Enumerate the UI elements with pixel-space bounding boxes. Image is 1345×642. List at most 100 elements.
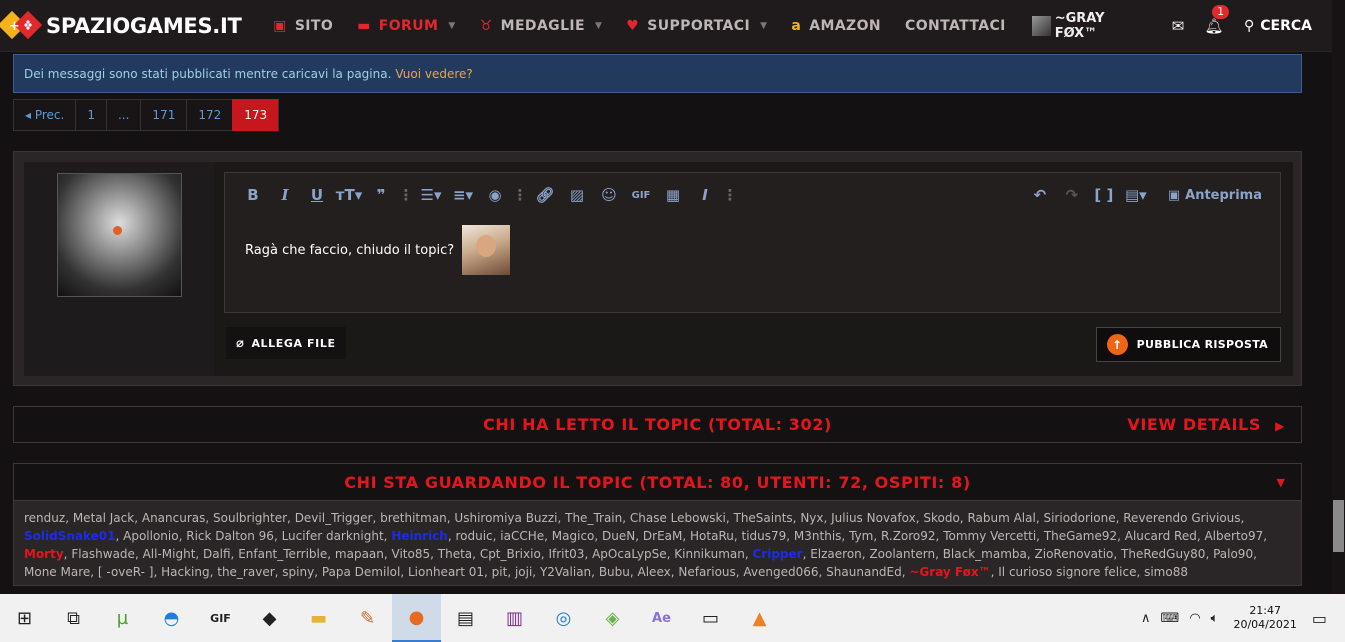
- watcher-user[interactable]: Kinnikuman: [674, 547, 745, 561]
- watcher-user[interactable]: Tym: [849, 529, 873, 543]
- watcher-user[interactable]: Apollonio: [123, 529, 178, 543]
- watcher-user[interactable]: Magico: [552, 529, 595, 543]
- chevron-up-icon[interactable]: ∧: [1141, 611, 1151, 626]
- watcher-user[interactable]: Heinrich: [391, 529, 448, 543]
- watcher-user[interactable]: TheGame92: [1044, 529, 1117, 543]
- watcher-user[interactable]: ~Gray Føx™: [909, 565, 990, 579]
- watcher-user[interactable]: Zoolantern: [869, 547, 935, 561]
- vlc-icon[interactable]: ▲: [735, 594, 784, 642]
- bold-icon[interactable]: B: [237, 186, 269, 204]
- bluestacks-icon[interactable]: ◈: [588, 594, 637, 642]
- notice-link[interactable]: Vuoi vedere?: [395, 67, 472, 81]
- nav-forum[interactable]: ▬ FORUM ▼: [345, 0, 468, 52]
- text-size-icon[interactable]: ᴛT▾: [333, 186, 365, 204]
- nav-contattaci[interactable]: CONTATTACI: [893, 0, 1018, 52]
- nav-sito[interactable]: ▣ SITO: [261, 0, 345, 52]
- instagram-icon[interactable]: ◎: [539, 594, 588, 642]
- watcher-user[interactable]: R.Zoro92: [881, 529, 936, 543]
- search-button[interactable]: ⚲ CERCA: [1232, 18, 1332, 34]
- watcher-user[interactable]: Skodo: [923, 511, 959, 525]
- watcher-user[interactable]: Nyx: [800, 511, 823, 525]
- watcher-user[interactable]: Chase Lebowski: [630, 511, 726, 525]
- clock[interactable]: 21:47 20/04/2021: [1233, 604, 1296, 632]
- edge-icon[interactable]: ◓: [147, 594, 196, 642]
- watcher-user[interactable]: SolidSnake01: [24, 529, 115, 543]
- slideshow-icon[interactable]: ▭: [686, 594, 735, 642]
- more-icon[interactable]: ⋮: [511, 186, 529, 204]
- chevron-down-icon[interactable]: ▼: [1277, 476, 1285, 489]
- watcher-user[interactable]: Enfant_Terrible: [238, 547, 327, 561]
- nav-supportaci[interactable]: ♥ SUPPORTACI ▼: [614, 0, 779, 52]
- scrollbar-thumb[interactable]: [1333, 500, 1344, 552]
- watcher-user[interactable]: Soulbrighter: [213, 511, 287, 525]
- watcher-user[interactable]: TheSaints: [733, 511, 792, 525]
- scrollbar[interactable]: [1332, 0, 1345, 594]
- more-icon[interactable]: ⋮: [721, 186, 739, 204]
- paint-icon[interactable]: ✎: [343, 594, 392, 642]
- watcher-user[interactable]: The_Train: [565, 511, 622, 525]
- media-icon[interactable]: ▤: [441, 594, 490, 642]
- watcher-user[interactable]: Morty: [24, 547, 64, 561]
- watcher-user[interactable]: Black_mamba: [943, 547, 1027, 561]
- watcher-user[interactable]: Bubu: [599, 565, 630, 579]
- italic-icon[interactable]: I: [269, 186, 301, 204]
- pagination-page[interactable]: 171: [140, 99, 187, 131]
- publish-reply-button[interactable]: ↑ PUBBLICA RISPOSTA: [1095, 327, 1281, 362]
- watcher-user[interactable]: Reverendo Grivious: [1123, 511, 1240, 525]
- watcher-user[interactable]: Avenged066: [743, 565, 818, 579]
- watcher-user[interactable]: mapaan: [335, 547, 384, 561]
- watcher-user[interactable]: Siriodorione: [1043, 511, 1115, 525]
- gif-app-icon[interactable]: GIF: [196, 594, 245, 642]
- watcher-user[interactable]: Metal Jack: [73, 511, 134, 525]
- watcher-user[interactable]: iaCCHe: [500, 529, 544, 543]
- pagination-page[interactable]: 1: [75, 99, 106, 131]
- watcher-user[interactable]: ShaunandEd: [826, 565, 902, 579]
- pagination-ellipsis[interactable]: ...: [105, 99, 141, 131]
- save-draft-icon[interactable]: ▤▾: [1120, 186, 1152, 204]
- envelope-icon[interactable]: ✉: [1160, 17, 1196, 35]
- watcher-user[interactable]: Lucifer darknight: [282, 529, 384, 543]
- watcher-user[interactable]: Rabum Alal: [967, 511, 1035, 525]
- bell-icon[interactable]: 🔔︎ 1: [1196, 4, 1232, 35]
- pagination-page[interactable]: 172: [186, 99, 233, 131]
- watcher-user[interactable]: Ushiromiya Buzzi: [454, 511, 557, 525]
- link-icon[interactable]: 🔗︎: [529, 186, 561, 204]
- clear-format-icon[interactable]: I: [689, 186, 721, 204]
- notifications-icon[interactable]: ▭: [1312, 609, 1327, 628]
- game-icon[interactable]: ◆: [245, 594, 294, 642]
- wifi-icon[interactable]: ◠: [1189, 611, 1200, 626]
- watcher-user[interactable]: simo88: [1144, 565, 1188, 579]
- watcher-user[interactable]: Theta: [438, 547, 472, 561]
- user-menu[interactable]: ~GRAY FØX™: [1018, 11, 1160, 41]
- watcher-user[interactable]: ApOcaLypSe: [592, 547, 667, 561]
- firefox-icon[interactable]: ●: [392, 594, 441, 642]
- source-code-icon[interactable]: [ ]: [1088, 186, 1120, 204]
- watcher-user[interactable]: Devil_Trigger: [295, 511, 373, 525]
- watcher-user[interactable]: Dalfi: [203, 547, 231, 561]
- pagination-current-page[interactable]: 173: [232, 99, 280, 131]
- watcher-user[interactable]: HotaRu: [690, 529, 734, 543]
- align-icon[interactable]: ≡▾: [447, 186, 479, 204]
- view-details-link[interactable]: VIEW DETAILS ▶: [1127, 415, 1285, 434]
- task-view-icon[interactable]: ⧉: [49, 594, 98, 642]
- underline-icon[interactable]: U: [301, 186, 333, 204]
- list-icon[interactable]: ☰▾: [415, 186, 447, 204]
- nav-amazon[interactable]: a AMAZON: [779, 0, 893, 52]
- keyboard-icon[interactable]: ⌨: [1161, 611, 1180, 626]
- watcher-user[interactable]: Papa Demilol: [322, 565, 401, 579]
- watcher-user[interactable]: roduic: [455, 529, 492, 543]
- watcher-user[interactable]: Lionheart 01: [408, 565, 484, 579]
- watcher-user[interactable]: renduz: [24, 511, 65, 525]
- more-icon[interactable]: ⋮: [397, 186, 415, 204]
- watcher-user[interactable]: Alberto97: [1204, 529, 1263, 543]
- watcher-user[interactable]: Nefarious: [678, 565, 735, 579]
- media-icon[interactable]: ▦: [657, 186, 689, 204]
- watcher-user[interactable]: Anancuras: [142, 511, 206, 525]
- nav-medaglie[interactable]: ♉ MEDAGLIE ▼: [468, 0, 615, 52]
- watcher-user[interactable]: brethitman: [380, 511, 447, 525]
- watcher-user[interactable]: Alucard Red: [1125, 529, 1197, 543]
- watcher-user[interactable]: Vito85: [392, 547, 431, 561]
- watcher-user[interactable]: DueN: [602, 529, 635, 543]
- watcher-user[interactable]: Rick Dalton 96: [186, 529, 274, 543]
- watcher-user[interactable]: Mone Mare: [24, 565, 90, 579]
